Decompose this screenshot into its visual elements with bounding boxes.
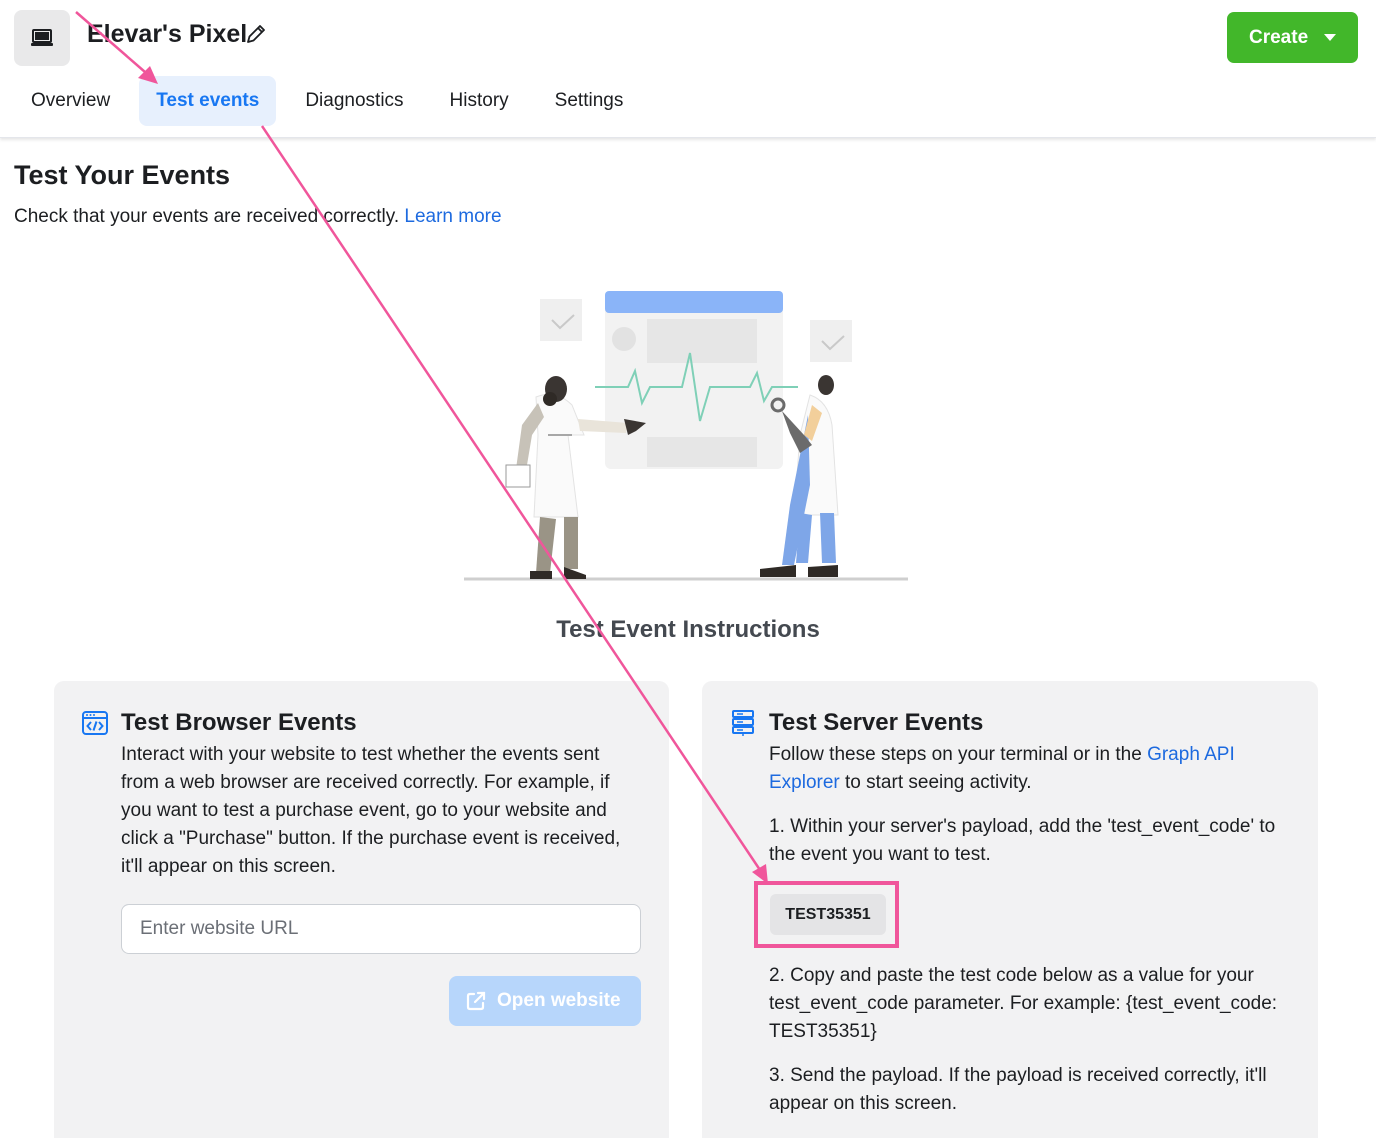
page-title: Test Your Events (14, 160, 231, 190)
create-button[interactable]: Create (1227, 12, 1358, 63)
pencil-icon[interactable] (244, 22, 268, 46)
create-button-label: Create (1249, 26, 1309, 48)
external-link-icon (466, 991, 486, 1011)
subtitle-text: Check that your events are received corr… (14, 206, 400, 227)
test-browser-events-card: Test Browser Events Interact with your w… (54, 681, 669, 1138)
page-subtitle: Check that your events are received corr… (14, 206, 502, 228)
test-events-illustration (464, 291, 908, 581)
pixel-title: Elevar's Pixel (87, 20, 248, 48)
tab-bar: Overview Test events Diagnostics History… (14, 76, 652, 126)
tab-test-events[interactable]: Test events (139, 76, 277, 126)
step-1: 1. Within your server's payload, add the… (769, 816, 1276, 865)
tab-settings[interactable]: Settings (538, 76, 641, 126)
open-website-button[interactable]: Open website (449, 976, 641, 1026)
caret-down-icon (1324, 34, 1337, 41)
header: Elevar's Pixel Create Overview Test even… (0, 0, 1376, 138)
laptop-icon (31, 29, 53, 46)
step-2: 2. Copy and paste the test code below as… (769, 965, 1278, 1042)
learn-more-link[interactable]: Learn more (404, 206, 501, 227)
tab-overview[interactable]: Overview (14, 76, 127, 126)
open-website-label: Open website (497, 990, 621, 1011)
browser-card-title: Test Browser Events (121, 709, 357, 736)
annotation-highlight-box (754, 881, 899, 948)
step-3: 3. Send the payload. If the payload is r… (769, 1065, 1267, 1114)
instructions-title: Test Event Instructions (556, 616, 820, 643)
pixel-icon (14, 10, 70, 66)
browser-card-body: Interact with your website to test wheth… (121, 744, 621, 877)
code-window-icon (82, 711, 108, 735)
server-icon (732, 710, 754, 736)
website-url-input[interactable] (121, 904, 641, 954)
server-card-intro: Follow these steps on your terminal or i… (769, 744, 1235, 793)
server-card-title: Test Server Events (769, 709, 984, 736)
tab-diagnostics[interactable]: Diagnostics (288, 76, 420, 126)
tab-history[interactable]: History (433, 76, 526, 126)
